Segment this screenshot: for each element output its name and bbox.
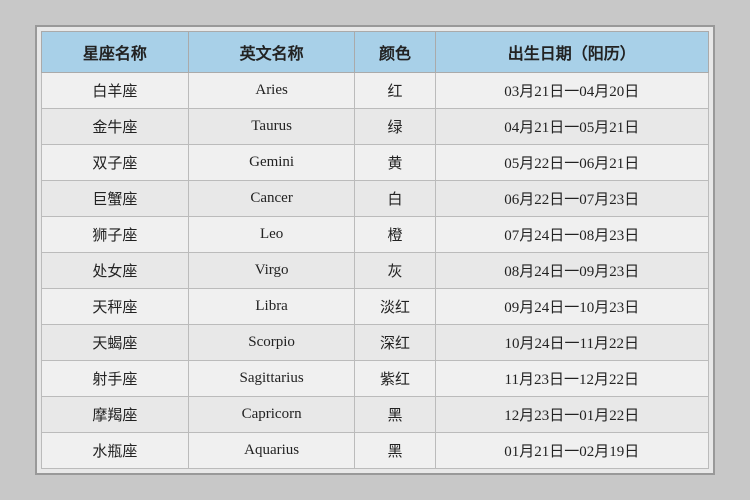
cell-color: 黑 bbox=[355, 433, 435, 469]
cell-chinese-name: 天蝎座 bbox=[42, 325, 189, 361]
cell-color: 紫红 bbox=[355, 361, 435, 397]
table-row: 金牛座Taurus绿04月21日一05月21日 bbox=[42, 109, 709, 145]
cell-birth-date: 04月21日一05月21日 bbox=[435, 109, 708, 145]
cell-english-name: Leo bbox=[188, 217, 355, 253]
table-row: 摩羯座Capricorn黑12月23日一01月22日 bbox=[42, 397, 709, 433]
cell-birth-date: 01月21日一02月19日 bbox=[435, 433, 708, 469]
header-chinese-name: 星座名称 bbox=[42, 32, 189, 73]
table-row: 狮子座Leo橙07月24日一08月23日 bbox=[42, 217, 709, 253]
header-birth-date: 出生日期（阳历） bbox=[435, 32, 708, 73]
zodiac-table-container: 星座名称 英文名称 颜色 出生日期（阳历） 白羊座Aries红03月21日一04… bbox=[35, 25, 715, 475]
cell-color: 白 bbox=[355, 181, 435, 217]
cell-color: 黑 bbox=[355, 397, 435, 433]
cell-english-name: Scorpio bbox=[188, 325, 355, 361]
table-row: 天秤座Libra淡红09月24日一10月23日 bbox=[42, 289, 709, 325]
cell-chinese-name: 白羊座 bbox=[42, 73, 189, 109]
table-header-row: 星座名称 英文名称 颜色 出生日期（阳历） bbox=[42, 32, 709, 73]
cell-chinese-name: 摩羯座 bbox=[42, 397, 189, 433]
cell-chinese-name: 处女座 bbox=[42, 253, 189, 289]
cell-english-name: Taurus bbox=[188, 109, 355, 145]
table-row: 巨蟹座Cancer白06月22日一07月23日 bbox=[42, 181, 709, 217]
cell-birth-date: 09月24日一10月23日 bbox=[435, 289, 708, 325]
cell-birth-date: 10月24日一11月22日 bbox=[435, 325, 708, 361]
cell-chinese-name: 水瓶座 bbox=[42, 433, 189, 469]
cell-birth-date: 08月24日一09月23日 bbox=[435, 253, 708, 289]
cell-english-name: Sagittarius bbox=[188, 361, 355, 397]
cell-color: 灰 bbox=[355, 253, 435, 289]
cell-english-name: Capricorn bbox=[188, 397, 355, 433]
cell-birth-date: 06月22日一07月23日 bbox=[435, 181, 708, 217]
cell-birth-date: 05月22日一06月21日 bbox=[435, 145, 708, 181]
cell-english-name: Aries bbox=[188, 73, 355, 109]
cell-color: 绿 bbox=[355, 109, 435, 145]
table-row: 白羊座Aries红03月21日一04月20日 bbox=[42, 73, 709, 109]
header-english-name: 英文名称 bbox=[188, 32, 355, 73]
cell-birth-date: 11月23日一12月22日 bbox=[435, 361, 708, 397]
cell-color: 红 bbox=[355, 73, 435, 109]
table-row: 双子座Gemini黄05月22日一06月21日 bbox=[42, 145, 709, 181]
cell-english-name: Aquarius bbox=[188, 433, 355, 469]
cell-chinese-name: 天秤座 bbox=[42, 289, 189, 325]
cell-birth-date: 07月24日一08月23日 bbox=[435, 217, 708, 253]
cell-color: 黄 bbox=[355, 145, 435, 181]
cell-chinese-name: 狮子座 bbox=[42, 217, 189, 253]
table-row: 水瓶座Aquarius黑01月21日一02月19日 bbox=[42, 433, 709, 469]
cell-english-name: Libra bbox=[188, 289, 355, 325]
cell-color: 深红 bbox=[355, 325, 435, 361]
header-color: 颜色 bbox=[355, 32, 435, 73]
cell-color: 淡红 bbox=[355, 289, 435, 325]
cell-chinese-name: 金牛座 bbox=[42, 109, 189, 145]
zodiac-table: 星座名称 英文名称 颜色 出生日期（阳历） 白羊座Aries红03月21日一04… bbox=[41, 31, 709, 469]
table-row: 射手座Sagittarius紫红11月23日一12月22日 bbox=[42, 361, 709, 397]
cell-birth-date: 12月23日一01月22日 bbox=[435, 397, 708, 433]
cell-chinese-name: 射手座 bbox=[42, 361, 189, 397]
table-row: 处女座Virgo灰08月24日一09月23日 bbox=[42, 253, 709, 289]
cell-chinese-name: 双子座 bbox=[42, 145, 189, 181]
cell-birth-date: 03月21日一04月20日 bbox=[435, 73, 708, 109]
cell-color: 橙 bbox=[355, 217, 435, 253]
cell-english-name: Gemini bbox=[188, 145, 355, 181]
cell-english-name: Cancer bbox=[188, 181, 355, 217]
cell-chinese-name: 巨蟹座 bbox=[42, 181, 189, 217]
table-row: 天蝎座Scorpio深红10月24日一11月22日 bbox=[42, 325, 709, 361]
table-body: 白羊座Aries红03月21日一04月20日金牛座Taurus绿04月21日一0… bbox=[42, 73, 709, 469]
cell-english-name: Virgo bbox=[188, 253, 355, 289]
